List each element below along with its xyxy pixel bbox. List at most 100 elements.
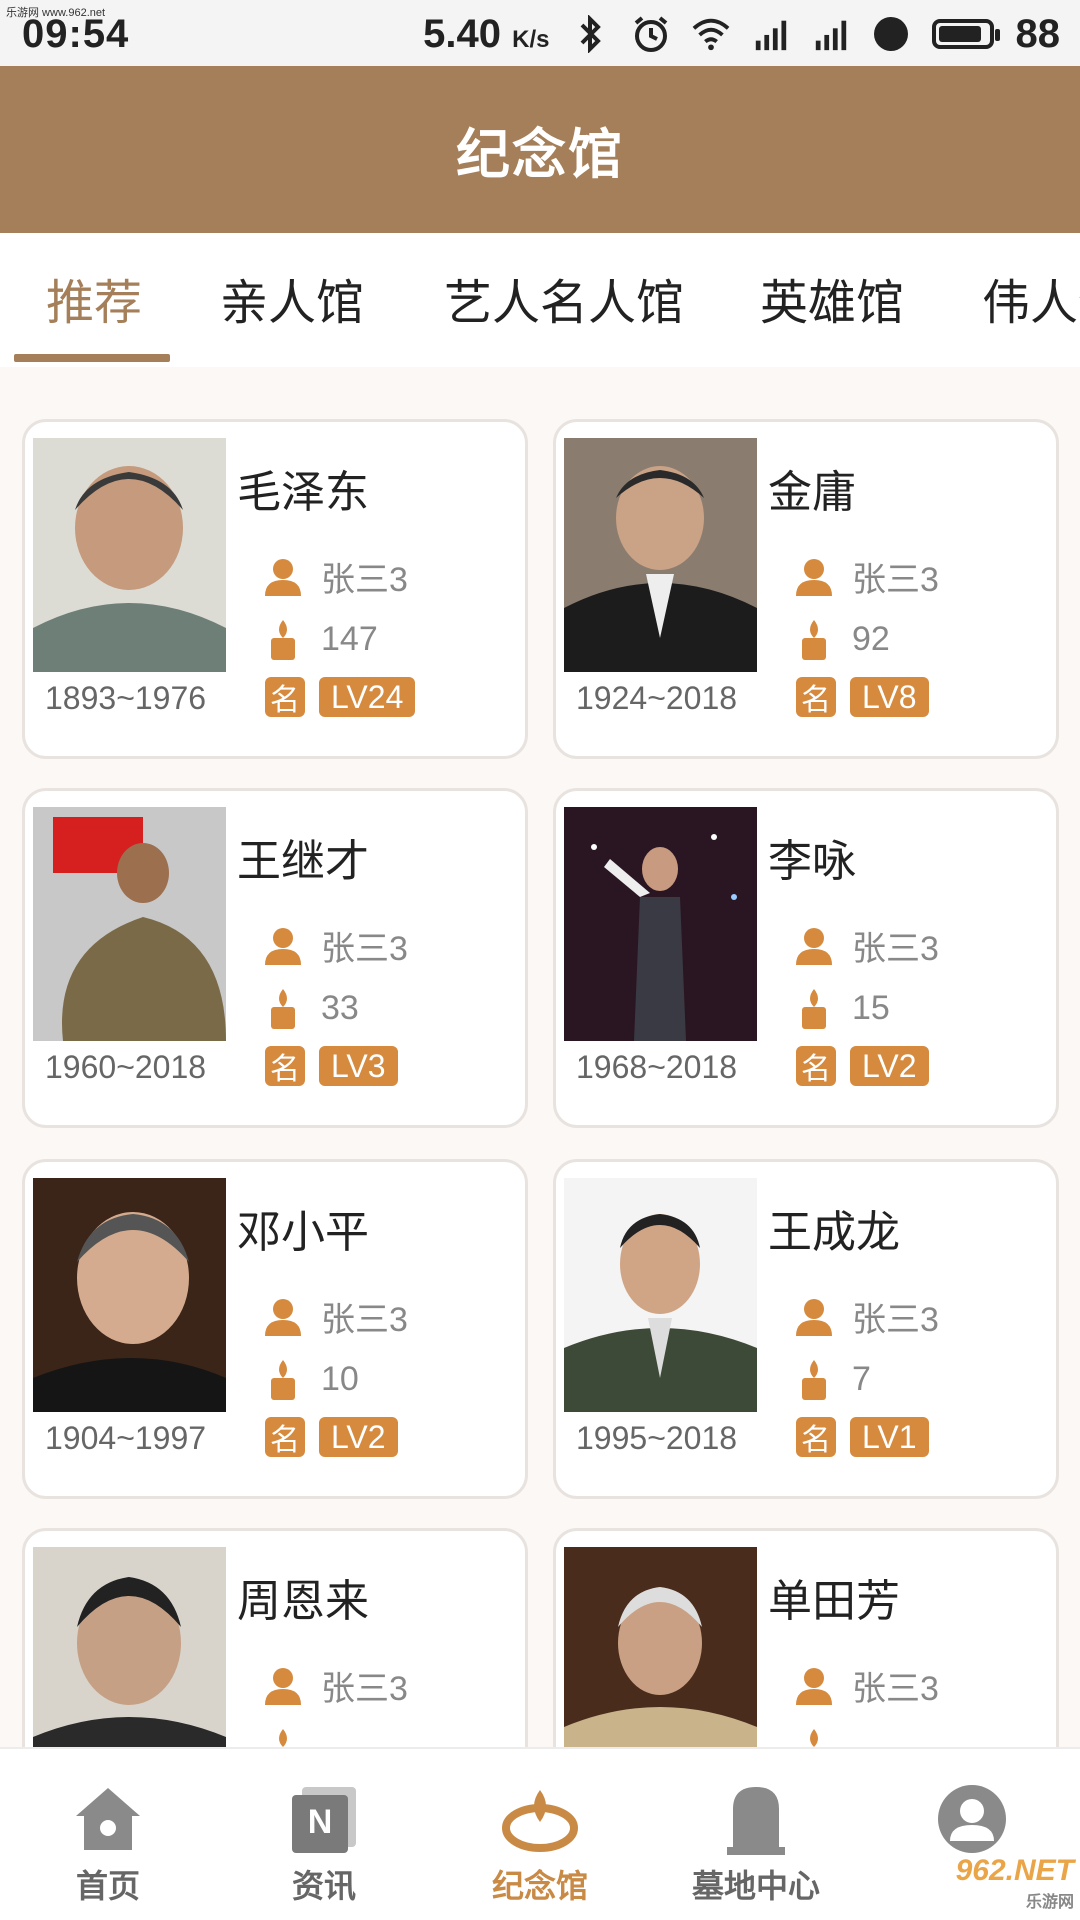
nav-cemetery[interactable]: 墓地中心 — [648, 1749, 864, 1920]
nav-memorial-label: 纪念馆 — [491, 1868, 588, 1904]
owner-name: 张三3 — [321, 930, 408, 968]
level-badge: LV2 — [850, 1046, 929, 1086]
badges: 名 LV3 — [265, 1046, 398, 1086]
candle-icon — [802, 1360, 826, 1400]
level-badge: LV8 — [850, 677, 929, 717]
portrait-photo — [33, 1547, 226, 1747]
bluetooth-icon — [572, 15, 610, 53]
owner-row: 张三3 — [265, 1661, 408, 1710]
candle-icon — [279, 1729, 287, 1747]
owner-row: 张三3 — [265, 921, 408, 970]
memorial-card[interactable]: 王继才 张三3 33 1960~2018 名 LV3 — [22, 788, 528, 1128]
candle-icon — [271, 620, 295, 660]
news-icon: N — [284, 1779, 364, 1859]
memorial-grid: 毛泽东 张三3 147 1893~1976 名 LV24 金庸 张三3 92 1… — [0, 367, 1080, 1747]
memorial-card[interactable]: 单田芳 张三3 — [553, 1528, 1059, 1747]
candle-count: 10 — [321, 1359, 359, 1398]
person-name: 王成龙 — [768, 1208, 900, 1257]
life-dates: 1924~2018 — [576, 680, 738, 716]
person-name: 金庸 — [768, 468, 856, 517]
watermark-main: 962.NET — [955, 1854, 1074, 1887]
memorial-card[interactable]: 邓小平 张三3 10 1904~1997 名 LV2 — [22, 1159, 528, 1499]
home-icon — [68, 1779, 148, 1859]
owner-row: 张三3 — [796, 552, 939, 601]
level-badge: LV24 — [319, 677, 416, 717]
wifi-icon — [692, 15, 730, 53]
portrait-photo — [33, 1178, 226, 1412]
badges: 名 LV1 — [796, 1417, 929, 1457]
candle-count: 92 — [852, 619, 890, 658]
level-badge: LV1 — [850, 1417, 929, 1457]
memorial-card[interactable]: 王成龙 张三3 7 1995~2018 名 LV1 — [553, 1159, 1059, 1499]
person-name: 周恩来 — [237, 1577, 369, 1626]
candle-icon — [271, 1360, 295, 1400]
level-badge: LV3 — [319, 1046, 398, 1086]
nav-news[interactable]: N 资讯 — [216, 1749, 432, 1920]
candle-icon — [810, 1729, 818, 1747]
nav-home[interactable]: 首页 — [0, 1749, 216, 1920]
owner-row: 张三3 — [265, 552, 408, 601]
hd-icon — [872, 15, 910, 53]
portrait-photo — [564, 1547, 757, 1747]
tombstone-icon — [716, 1779, 796, 1859]
tab-recommended[interactable]: 推荐 — [46, 263, 142, 333]
tab-active-indicator — [14, 354, 170, 362]
candles-row — [265, 1727, 321, 1747]
page-title: 纪念馆 — [456, 125, 624, 185]
user-icon — [796, 558, 832, 596]
famous-badge: 名 — [265, 1046, 305, 1086]
famous-badge: 名 — [796, 1046, 836, 1086]
candle-count: 147 — [321, 619, 378, 658]
owner-name: 张三3 — [852, 561, 939, 599]
status-time: 09:54 — [22, 12, 130, 56]
app-header: 纪念馆 — [0, 66, 1080, 233]
battery-level: 88 — [1015, 11, 1061, 56]
signal-icon — [812, 15, 850, 53]
tab-great-men[interactable]: 伟人馆 — [982, 263, 1080, 333]
candle-icon — [802, 989, 826, 1029]
candles-row: 147 — [265, 618, 378, 660]
memorial-card[interactable]: 周恩来 张三3 — [22, 1528, 528, 1747]
svg-text:N: N — [308, 1803, 333, 1841]
badges: 名 LV2 — [265, 1417, 398, 1457]
bottom-nav: 首页 N 资讯 纪念馆 墓地中心 962.NET 乐游网 — [0, 1747, 1080, 1920]
network-speed-unit: K/s — [512, 25, 550, 53]
owner-name: 张三3 — [321, 1301, 408, 1339]
candle-count: 33 — [321, 988, 359, 1027]
memorial-icon — [500, 1779, 580, 1859]
memorial-card[interactable]: 毛泽东 张三3 147 1893~1976 名 LV24 — [22, 419, 528, 759]
life-dates: 1893~1976 — [45, 680, 207, 716]
memorial-card[interactable]: 李咏 张三3 15 1968~2018 名 LV2 — [553, 788, 1059, 1128]
candles-row: 15 — [796, 987, 890, 1029]
user-icon — [796, 927, 832, 965]
candle-icon — [271, 989, 295, 1029]
life-dates: 1995~2018 — [576, 1420, 738, 1456]
person-name: 王继才 — [237, 837, 369, 886]
status-bar: 乐游网 www.962.net 09:54 5.40 K/s 88 — [0, 0, 1080, 66]
portrait-photo — [564, 807, 757, 1041]
life-dates: 1960~2018 — [45, 1049, 207, 1085]
badges: 名 LV8 — [796, 677, 929, 717]
battery-fill — [938, 26, 981, 42]
level-badge: LV2 — [319, 1417, 398, 1457]
portrait-photo — [33, 438, 226, 672]
famous-badge: 名 — [796, 677, 836, 717]
portrait-photo — [564, 1178, 757, 1412]
tab-family[interactable]: 亲人馆 — [220, 263, 364, 333]
category-tabs: 推荐 亲人馆 艺人名人馆 英雄馆 伟人馆 — [0, 233, 1080, 367]
owner-row: 张三3 — [796, 1661, 939, 1710]
tab-celebrity[interactable]: 艺人名人馆 — [444, 263, 684, 333]
tab-heroes[interactable]: 英雄馆 — [760, 263, 904, 333]
famous-badge: 名 — [265, 677, 305, 717]
network-speed-value: 5.40 — [423, 11, 502, 56]
owner-name: 张三3 — [321, 561, 408, 599]
nav-memorial[interactable]: 纪念馆 — [432, 1749, 648, 1920]
person-name: 单田芳 — [768, 1577, 900, 1626]
badges: 名 LV2 — [796, 1046, 929, 1086]
memorial-card[interactable]: 金庸 张三3 92 1924~2018 名 LV8 — [553, 419, 1059, 759]
user-icon — [796, 1667, 832, 1705]
nav-home-label: 首页 — [75, 1868, 140, 1904]
network-speed: 5.40 K/s — [423, 12, 549, 57]
battery-icon — [931, 19, 1000, 49]
candle-count: 15 — [852, 988, 890, 1027]
